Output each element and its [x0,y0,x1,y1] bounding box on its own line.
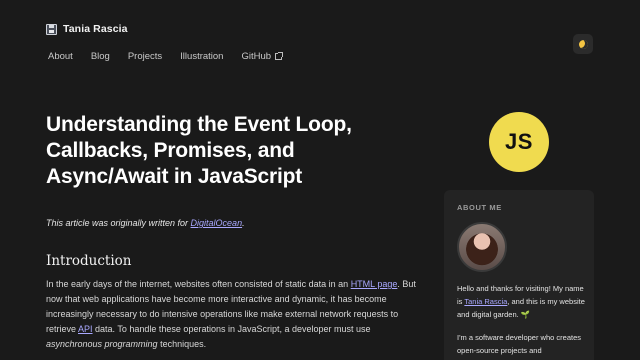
javascript-logo: JS [489,112,549,172]
brand-name: Tania Rascia [63,23,128,35]
sprout-icon: 🌱 [520,310,531,319]
intro-paragraph: In the early days of the internet, websi… [46,277,418,352]
nav-item-github-label: GitHub [241,51,272,62]
about-me-card: ABOUT ME Hello and thanks for visiting! … [444,190,594,360]
intro-text-1: In the early days of the internet, websi… [46,279,351,289]
main-nav: About Blog Projects Illustration GitHub [48,51,300,62]
origin-note-prefix: This article was originally written for [46,218,191,228]
article: Understanding the Event Loop, Callbacks,… [46,112,416,352]
javascript-logo-text: JS [505,129,533,154]
nav-item-github[interactable]: GitHub [241,51,284,62]
about-me-paragraph-1: Hello and thanks for visiting! My name i… [457,282,585,321]
intro-text-3: data. To handle these operations in Java… [92,324,371,334]
nav-item-blog[interactable]: Blog [91,51,110,62]
about-me-heading: ABOUT ME [457,203,502,212]
nav-item-illustration[interactable]: Illustration [180,51,223,62]
avatar [457,222,507,272]
intro-text-4: techniques. [157,339,207,349]
origin-note-suffix: . [242,218,245,228]
intro-emphasis: asynchronous programming [46,339,158,349]
external-link-icon [275,52,284,60]
floppy-disk-icon [46,23,57,35]
site-header: Tania Rascia About Blog Projects Illustr… [0,0,640,70]
moon-icon [578,39,588,49]
tania-rascia-link[interactable]: Tania Rascia [464,297,507,306]
api-link[interactable]: API [78,324,93,334]
brand-link[interactable]: Tania Rascia [46,23,128,35]
html-page-link[interactable]: HTML page [351,279,398,289]
about-me-text: Hello and thanks for visiting! My name i… [457,282,585,357]
section-heading-introduction: Introduction [46,253,132,269]
page-title: Understanding the Event Loop, Callbacks,… [46,113,352,188]
nav-item-about[interactable]: About [48,51,73,62]
digitalocean-link[interactable]: DigitalOcean [191,218,243,228]
origin-note: This article was originally written for … [46,218,416,228]
nav-item-projects[interactable]: Projects [128,51,162,62]
about-me-paragraph-2: I'm a software developer who creates ope… [457,333,581,355]
theme-toggle-button[interactable] [573,34,593,54]
